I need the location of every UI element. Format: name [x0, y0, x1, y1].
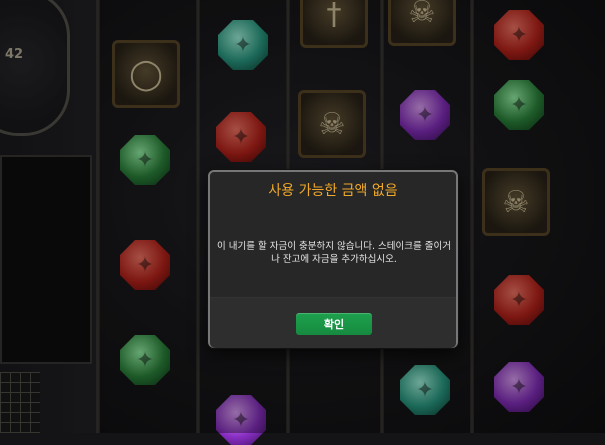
dialog-title: 사용 가능한 금액 없음: [268, 183, 398, 199]
ok-button[interactable]: 확인: [296, 313, 372, 335]
dialog-message: 이 내기를 할 자금이 충분하지 않습니다. 스테이크를 줄이거나 잔고에 자금…: [217, 241, 451, 265]
dialog-footer: 확인: [210, 298, 456, 348]
insufficient-funds-dialog: 사용 가능한 금액 없음 이 내기를 할 자금이 충분하지 않습니다. 스테이크…: [208, 170, 458, 348]
